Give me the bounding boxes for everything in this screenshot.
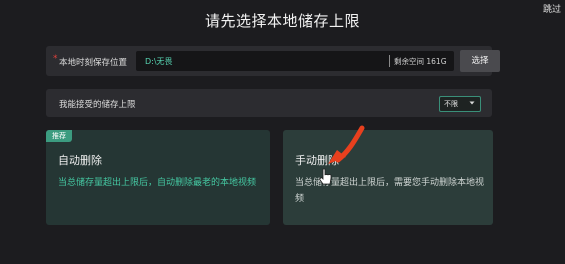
auto-delete-title: 自动删除: [58, 154, 102, 167]
save-location-label: 本地时刻保存位置: [59, 58, 128, 68]
chevron-down-icon: [469, 101, 475, 105]
save-path-value: D:\无畏: [145, 57, 173, 66]
mouse-pointer-icon: [318, 168, 332, 185]
required-mark: *: [53, 54, 58, 64]
auto-delete-description: 当总储存量超出上限后，自动删除最老的本地视频: [58, 178, 257, 188]
auto-delete-option[interactable]: 推荐 自动删除 当总储存量超出上限后，自动删除最老的本地视频: [46, 130, 270, 225]
page-title: 请先选择本地储存上限: [204, 12, 360, 30]
annotation-arrow-icon: [328, 125, 365, 164]
storage-limit-dropdown[interactable]: 不限: [439, 96, 481, 112]
storage-limit-row: 我能接受的储存上限 不限: [46, 89, 492, 117]
save-path-field[interactable]: D:\无畏 剩余空间 161G: [136, 51, 454, 71]
storage-limit-label: 我能接受的储存上限: [59, 100, 136, 110]
field-divider: [389, 55, 390, 67]
select-folder-button[interactable]: 选择: [460, 50, 500, 72]
storage-limit-value: 不限: [444, 100, 458, 108]
free-space-text: 剩余空间 161G: [394, 57, 447, 66]
recommended-badge: 推荐: [46, 130, 72, 142]
save-location-row: * 本地时刻保存位置 D:\无畏 剩余空间 161G 选择: [46, 46, 500, 76]
